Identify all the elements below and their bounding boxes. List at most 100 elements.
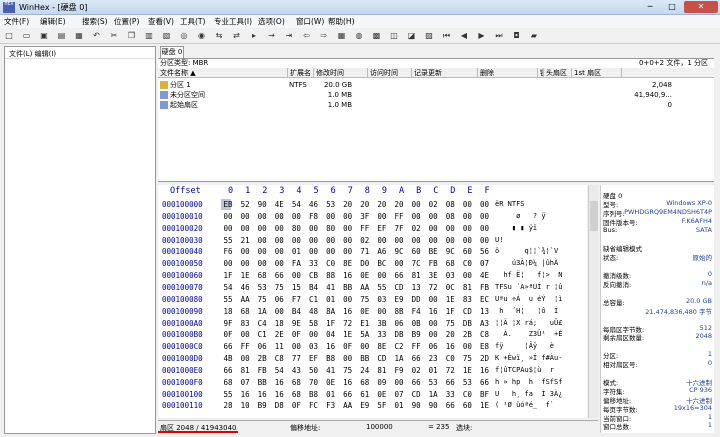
print-icon[interactable]: ▤ xyxy=(57,31,67,41)
hex-byte[interactable]: 00 xyxy=(290,212,302,221)
hex-byte[interactable]: 03 xyxy=(444,271,456,280)
hex-byte[interactable]: 00 xyxy=(273,307,285,316)
hex-byte[interactable]: 3E xyxy=(427,271,439,280)
hex-byte[interactable]: 54 xyxy=(273,366,285,375)
hex-byte[interactable]: 02 xyxy=(427,200,439,209)
hex-byte[interactable]: 66 xyxy=(410,378,422,387)
hex-row[interactable]: 000100090 18 68 1A 00 B4 48 8A 16 0E 00 8B F4 16 1F CD 1… xyxy=(158,306,587,318)
hex-byte[interactable]: 00 xyxy=(273,259,285,268)
find-icon[interactable]: ◎ xyxy=(179,31,189,41)
maximize-button[interactable]: □ xyxy=(662,1,682,13)
hex-byte[interactable]: 0C xyxy=(444,283,456,292)
hex-byte[interactable]: 00 xyxy=(461,200,473,209)
hex-byte[interactable]: 00 xyxy=(273,212,285,221)
hex-byte[interactable]: DD xyxy=(410,295,422,304)
row-text[interactable]: fÿ ¦Âÿ è xyxy=(495,342,554,350)
hex-byte[interactable]: 11 xyxy=(273,342,285,351)
hex-byte[interactable]: 75 xyxy=(342,366,354,375)
hex-byte[interactable]: 20 xyxy=(342,200,354,209)
hex-byte[interactable]: 01 xyxy=(427,366,439,375)
hex-byte[interactable]: 0E xyxy=(359,307,371,316)
hex-byte[interactable]: 1F xyxy=(325,319,337,328)
hex-byte[interactable]: 06 xyxy=(256,342,268,351)
hex-byte[interactable]: 1F xyxy=(222,271,234,280)
hex-byte[interactable]: 77 xyxy=(290,354,302,363)
hex-byte[interactable]: 15 xyxy=(290,283,302,292)
hex-byte[interactable]: 00 xyxy=(342,212,354,221)
hex-row[interactable]: 000100030 55 21 00 00 00 00 00 00 02 00 00 00 00 00 00 0… xyxy=(158,235,587,247)
forward-icon[interactable]: ⇨ xyxy=(319,31,329,41)
menu-item-6[interactable]: 专业工具(I) xyxy=(214,16,252,27)
hex-byte[interactable]: 16 xyxy=(342,307,354,316)
hex-byte[interactable]: 00 xyxy=(308,236,320,245)
hex-row[interactable]: 000100000 EB 52 90 4E 54 46 53 20 20 20 20 00 02 08 00 0… xyxy=(158,199,587,211)
hex-byte[interactable]: BE xyxy=(427,247,439,256)
row-text[interactable]: hf Ë¦ f¦> N xyxy=(495,271,562,279)
column-header-0[interactable]: 文件名称 ▲ xyxy=(158,68,288,78)
hex-row[interactable]: 000100010 00 00 00 00 00 F8 00 00 3F 00 FF 00 00 08 00 0… xyxy=(158,211,587,223)
table-row[interactable]: 未分区空间 1.0 MB 41,940,9... xyxy=(158,90,714,100)
hex-byte[interactable]: C1 xyxy=(256,330,268,339)
open-icon[interactable]: ▭ xyxy=(22,31,32,41)
hex-byte[interactable]: 01 xyxy=(393,401,405,410)
hex-byte[interactable]: 55 xyxy=(222,236,234,245)
row-text[interactable]: Uªu ÷Á u éÝ ¦ì xyxy=(495,295,562,303)
row-text[interactable]: U h¸ fa Í 3À¿ xyxy=(495,390,562,398)
hex-byte[interactable]: C4 xyxy=(256,319,268,328)
hex-byte[interactable]: F3 xyxy=(325,401,337,410)
hex-byte[interactable]: AA xyxy=(359,283,371,292)
hex-byte[interactable]: 33 xyxy=(308,259,320,268)
hex-byte[interactable]: 08 xyxy=(444,212,456,221)
hex-byte[interactable]: 00 xyxy=(290,271,302,280)
menu-item-7[interactable]: 选项(O) xyxy=(258,16,285,27)
hex-byte[interactable]: 00 xyxy=(376,212,388,221)
hex-byte[interactable]: 75 xyxy=(359,295,371,304)
hex-byte[interactable]: 07 xyxy=(239,378,251,387)
hex-byte[interactable]: 53 xyxy=(325,200,337,209)
column-header-4[interactable]: 记录更新 xyxy=(412,68,478,78)
column-header-2[interactable]: 修改时间 xyxy=(314,68,368,78)
hex-byte[interactable]: 4E xyxy=(479,271,491,280)
hex-row[interactable]: 000100080 55 AA 75 06 F7 C1 01 00 75 03 E9 DD 00 1E 83 E… xyxy=(158,294,587,306)
menu-item-5[interactable]: 工具(T) xyxy=(180,16,205,27)
hex-byte[interactable]: FC xyxy=(308,401,320,410)
hex-byte[interactable]: 1E xyxy=(444,295,456,304)
hex-byte[interactable]: 9F xyxy=(222,319,234,328)
hex-byte[interactable]: 00 xyxy=(325,236,337,245)
hex-byte[interactable]: 00 xyxy=(325,212,337,221)
goto-sector-icon[interactable]: ⇥ xyxy=(284,31,294,41)
hex-row[interactable]: 000100100 55 16 16 16 68 B8 01 66 61 0E 07 CD 1A 33 C0 B… xyxy=(158,389,587,401)
hex-row[interactable]: 000100060 1F 1E 68 66 00 CB 88 16 0E 00 66 81 3E 03 00 4… xyxy=(158,270,587,282)
minimize-button[interactable]: ─ xyxy=(640,1,660,13)
hex-byte[interactable]: 00 xyxy=(325,247,337,256)
undo-icon[interactable]: ↶ xyxy=(92,31,102,41)
hex-byte[interactable]: 16 xyxy=(427,307,439,316)
hex-byte[interactable]: 81 xyxy=(239,366,251,375)
panel-menu[interactable]: 文件(L) 编辑(I) xyxy=(5,47,155,59)
hex-byte[interactable]: 00 xyxy=(290,236,302,245)
hex-byte[interactable]: 55 xyxy=(222,390,234,399)
hex-byte[interactable]: 4B xyxy=(222,354,234,363)
hex-byte[interactable]: FB xyxy=(256,366,268,375)
hex-byte[interactable]: 00 xyxy=(222,212,234,221)
hex-byte[interactable]: D0 xyxy=(359,259,371,268)
hex-byte[interactable]: B9 xyxy=(410,330,422,339)
hex-byte[interactable]: FA xyxy=(290,259,302,268)
hex-byte[interactable]: 41 xyxy=(325,366,337,375)
tab-disk-0[interactable]: 硬盘 0 xyxy=(160,46,184,58)
hex-byte[interactable]: 66 xyxy=(342,390,354,399)
hex-byte[interactable]: 68 xyxy=(290,390,302,399)
hex-byte[interactable]: 75 xyxy=(273,283,285,292)
hex-byte[interactable]: 81 xyxy=(410,271,422,280)
hex-byte[interactable]: 1E xyxy=(479,401,491,410)
hex-byte[interactable]: CD xyxy=(376,354,388,363)
hex-byte[interactable]: 9E xyxy=(290,319,302,328)
hex-byte[interactable]: 00 xyxy=(376,236,388,245)
hex-byte[interactable]: 04 xyxy=(325,330,337,339)
hex-byte[interactable]: B4 xyxy=(308,283,320,292)
hex-byte[interactable]: C0 xyxy=(461,259,473,268)
hex-byte[interactable]: 00 xyxy=(308,224,320,233)
back-icon[interactable]: ⇦ xyxy=(302,31,312,41)
hex-byte[interactable]: C0 xyxy=(461,390,473,399)
hex-byte[interactable]: 00 xyxy=(427,295,439,304)
